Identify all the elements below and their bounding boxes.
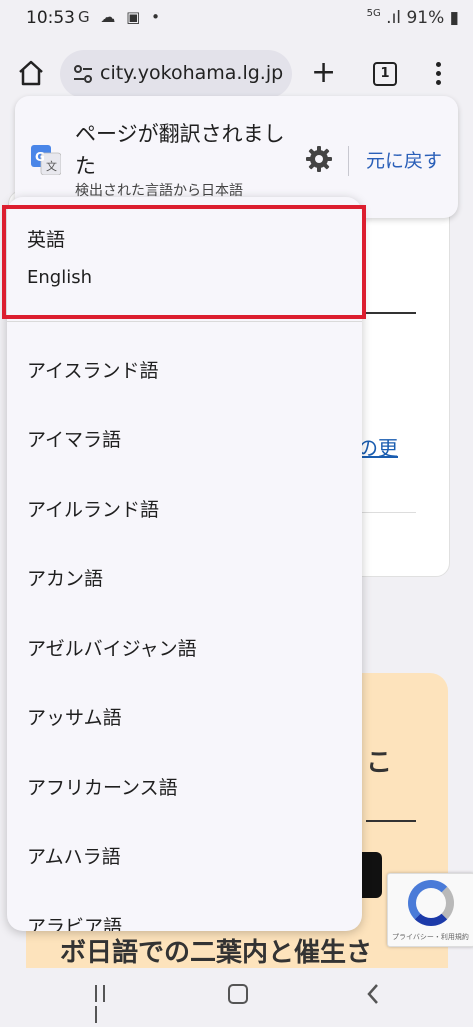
translate-title: ページが翻訳されました bbox=[75, 122, 285, 178]
gear-icon[interactable] bbox=[305, 145, 333, 173]
address-bar[interactable]: city.yokohama.lg.jp bbox=[60, 50, 292, 98]
language-option-label: アゼルバイジャン語 bbox=[27, 638, 197, 660]
home-nav-icon[interactable] bbox=[228, 984, 248, 1004]
language-option-label: アフリカーンス語 bbox=[27, 777, 178, 799]
orange-heading: こ bbox=[366, 748, 393, 778]
language-option[interactable]: アイルランド語 bbox=[7, 475, 362, 539]
language-option-label: アイスランド語 bbox=[27, 360, 159, 382]
language-option[interactable]: アフリカーンス語 bbox=[7, 753, 362, 817]
language-option[interactable]: アイスランド語 bbox=[7, 336, 362, 400]
language-option[interactable]: アイマラ語 bbox=[7, 405, 362, 469]
language-option-label: アカン語 bbox=[27, 568, 104, 590]
recaptcha-footer[interactable]: プライバシー・利用規約 bbox=[392, 932, 469, 942]
language-option[interactable]: アゼルバイジャン語 bbox=[7, 614, 362, 678]
recaptcha-icon bbox=[408, 880, 454, 926]
page-link[interactable]: の更 bbox=[358, 432, 398, 461]
signal-icon: .ıl bbox=[386, 8, 402, 28]
language-option-label: アラビア語 bbox=[27, 916, 123, 931]
new-tab-button[interactable]: + bbox=[311, 58, 336, 88]
orange-text: ボ日語での二葉内と催生さ bbox=[60, 938, 373, 968]
svg-text:G: G bbox=[35, 150, 45, 164]
network-type: 5G bbox=[366, 8, 381, 19]
back-icon[interactable] bbox=[363, 982, 383, 1006]
status-bar: 10:53 G ☁ ▣ • 5G .ıl 91% ▮ bbox=[0, 0, 473, 38]
status-right: 5G .ıl 91% ▮ bbox=[367, 8, 459, 28]
status-time: 10:53 bbox=[26, 8, 75, 28]
system-nav-bar bbox=[0, 968, 473, 1024]
language-option[interactable]: アカン語 bbox=[7, 544, 362, 608]
recaptcha-badge[interactable]: プライバシー・利用規約 bbox=[387, 873, 473, 947]
page-divider bbox=[362, 512, 416, 513]
url-text[interactable]: city.yokohama.lg.jp bbox=[100, 62, 283, 84]
tab-switcher-button[interactable]: 1 bbox=[373, 62, 397, 86]
battery-level: 91% bbox=[406, 8, 445, 28]
more-menu-icon[interactable] bbox=[436, 62, 442, 89]
divider bbox=[7, 321, 362, 322]
notification-icons: G ☁ ▣ • bbox=[78, 8, 163, 26]
language-option[interactable]: アッサム語 bbox=[7, 683, 362, 747]
site-settings-icon[interactable] bbox=[72, 64, 94, 84]
revert-button[interactable]: 元に戻す bbox=[366, 146, 442, 173]
language-option[interactable]: アラビア語 bbox=[7, 892, 362, 931]
google-translate-icon: G 文 bbox=[31, 145, 61, 175]
language-option-label: アイルランド語 bbox=[27, 499, 160, 521]
divider bbox=[348, 146, 349, 176]
home-icon[interactable] bbox=[16, 58, 46, 88]
battery-icon: ▮ bbox=[449, 8, 459, 28]
language-option[interactable]: アムハラ語 bbox=[7, 822, 362, 886]
highlight-box bbox=[2, 205, 366, 319]
language-option-label: アッサム語 bbox=[27, 707, 122, 729]
language-option-label: アイマラ語 bbox=[27, 429, 122, 451]
svg-text:文: 文 bbox=[46, 159, 57, 173]
language-option-label: アムハラ語 bbox=[27, 846, 121, 868]
page-divider bbox=[366, 820, 416, 822]
recent-apps-icon[interactable] bbox=[95, 985, 117, 1023]
page-divider bbox=[362, 312, 416, 314]
